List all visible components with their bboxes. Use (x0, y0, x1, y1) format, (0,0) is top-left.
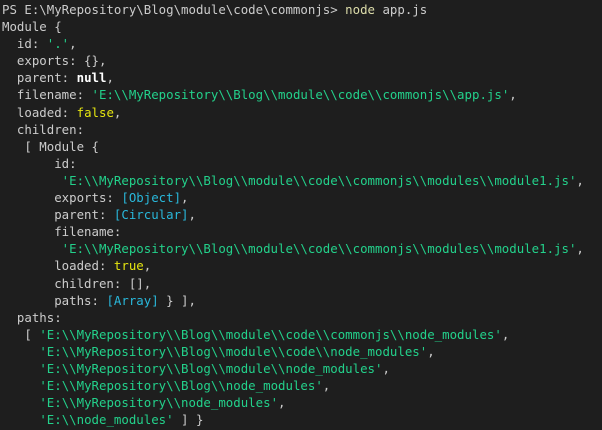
path-prefix (2, 378, 39, 393)
path-suffix: ] } (173, 412, 204, 428)
path-value: 'E:\\MyRepository\\Blog\\module\\code\\n… (39, 343, 428, 359)
path-suffix: , (427, 343, 435, 359)
path-entry: 'E:\\MyRepository\\Blog\\module\\code\\n… (2, 343, 602, 360)
path-prefix (2, 344, 39, 359)
child-loaded-line: loaded: true, (2, 257, 602, 274)
module-paths-key: paths: (2, 309, 62, 325)
module-parent-key: parent: (2, 70, 77, 86)
child-id-line: 'E:\\MyRepository\\Blog\\module\\code\\c… (2, 172, 602, 189)
path-prefix: [ (2, 326, 40, 342)
module-loaded-key: loaded: (2, 104, 77, 120)
path-entry: 'E:\\MyRepository\\node_modules', (2, 394, 602, 411)
path-suffix: , (382, 360, 390, 376)
child-loaded-key: loaded: (2, 258, 114, 274)
module-exports-line: exports: {}, (2, 53, 107, 69)
terminal-output[interactable]: PS E:\MyRepository\Blog\module\code\comm… (0, 0, 602, 430)
child-paths-value: [Array] (106, 292, 159, 308)
prompt-path: PS E:\MyRepository\Blog\module\code\comm… (2, 2, 346, 17)
child-exports-key: exports: (2, 190, 122, 206)
child-id-end: , (576, 172, 584, 188)
child-id-key: id: (2, 155, 77, 171)
child-parent-value: [Circular] (113, 207, 189, 223)
module-id-line: id: '.', (2, 35, 602, 52)
module-header: Module { (2, 19, 62, 35)
module-parent-line: parent: null, (2, 69, 602, 86)
command-argument: app.js (375, 2, 428, 17)
module-children-key: children: (2, 121, 85, 137)
path-suffix: , (501, 326, 510, 342)
child-children-line: children: [], (2, 275, 152, 291)
path-suffix: , (322, 378, 331, 394)
module-filename-key: filename: (2, 87, 92, 103)
child-parent-line: parent: [Circular], (2, 206, 602, 223)
child-loaded-end: , (143, 258, 152, 274)
path-value: 'E:\\MyRepository\\node_modules' (39, 395, 279, 411)
path-suffix: , (278, 395, 286, 411)
path-value: 'E:\\MyRepository\\Blog\\node_modules' (39, 378, 323, 394)
path-entry: [ 'E:\\MyRepository\\Blog\\module\\code\… (2, 326, 602, 343)
child-parent-end: , (188, 207, 196, 223)
path-value: 'E:\\MyRepository\\Blog\\module\\code\\c… (39, 326, 502, 342)
path-value: 'E:\\MyRepository\\Blog\\module\\node_mo… (39, 360, 383, 376)
path-entry: 'E:\\node_modules' ] } (2, 411, 602, 428)
path-prefix (2, 395, 39, 410)
child-filename-end: , (576, 241, 584, 257)
module-id-key: id: (2, 36, 47, 52)
child-paths-line: paths: [Array] } ], (2, 292, 602, 309)
module-loaded-line: loaded: false, (2, 104, 602, 121)
child-id-value: 'E:\\MyRepository\\Blog\\module\\code\\c… (2, 172, 577, 188)
child-paths-key: paths: (2, 292, 107, 308)
module-parent-end: , (106, 70, 114, 86)
path-value: 'E:\\node_modules' (39, 412, 174, 428)
child-filename-key: filename: (2, 224, 122, 240)
child-paths-end: } ], (158, 292, 196, 308)
module-loaded-value: false (76, 104, 114, 120)
path-entry: 'E:\\MyRepository\\Blog\\module\\node_mo… (2, 360, 602, 377)
child-filename-line: 'E:\\MyRepository\\Blog\\module\\code\\c… (2, 240, 602, 257)
module-filename-value: 'E:\\MyRepository\\Blog\\module\\code\\c… (91, 87, 510, 103)
child-parent-key: parent: (2, 207, 114, 223)
module-id-value: '.' (46, 36, 70, 52)
prompt-line: PS E:\MyRepository\Blog\module\code\comm… (2, 1, 602, 18)
child-exports-value: [Object] (121, 190, 182, 206)
command-node: node (345, 2, 375, 17)
child-filename-value: 'E:\\MyRepository\\Blog\\module\\code\\c… (2, 241, 577, 257)
module-loaded-end: , (113, 104, 122, 120)
module-filename-line: filename: 'E:\\MyRepository\\Blog\\modul… (2, 86, 602, 103)
path-prefix (2, 361, 39, 376)
module-filename-end: , (509, 87, 517, 103)
child-loaded-value: true (113, 258, 144, 274)
module-parent-value: null (76, 70, 107, 86)
child-exports-end: , (181, 190, 189, 206)
module-id-end: , (69, 36, 77, 52)
child-exports-line: exports: [Object], (2, 189, 602, 206)
child-module-header: [ Module { (2, 138, 99, 154)
path-prefix (2, 412, 39, 427)
path-entry: 'E:\\MyRepository\\Blog\\node_modules', (2, 377, 602, 394)
